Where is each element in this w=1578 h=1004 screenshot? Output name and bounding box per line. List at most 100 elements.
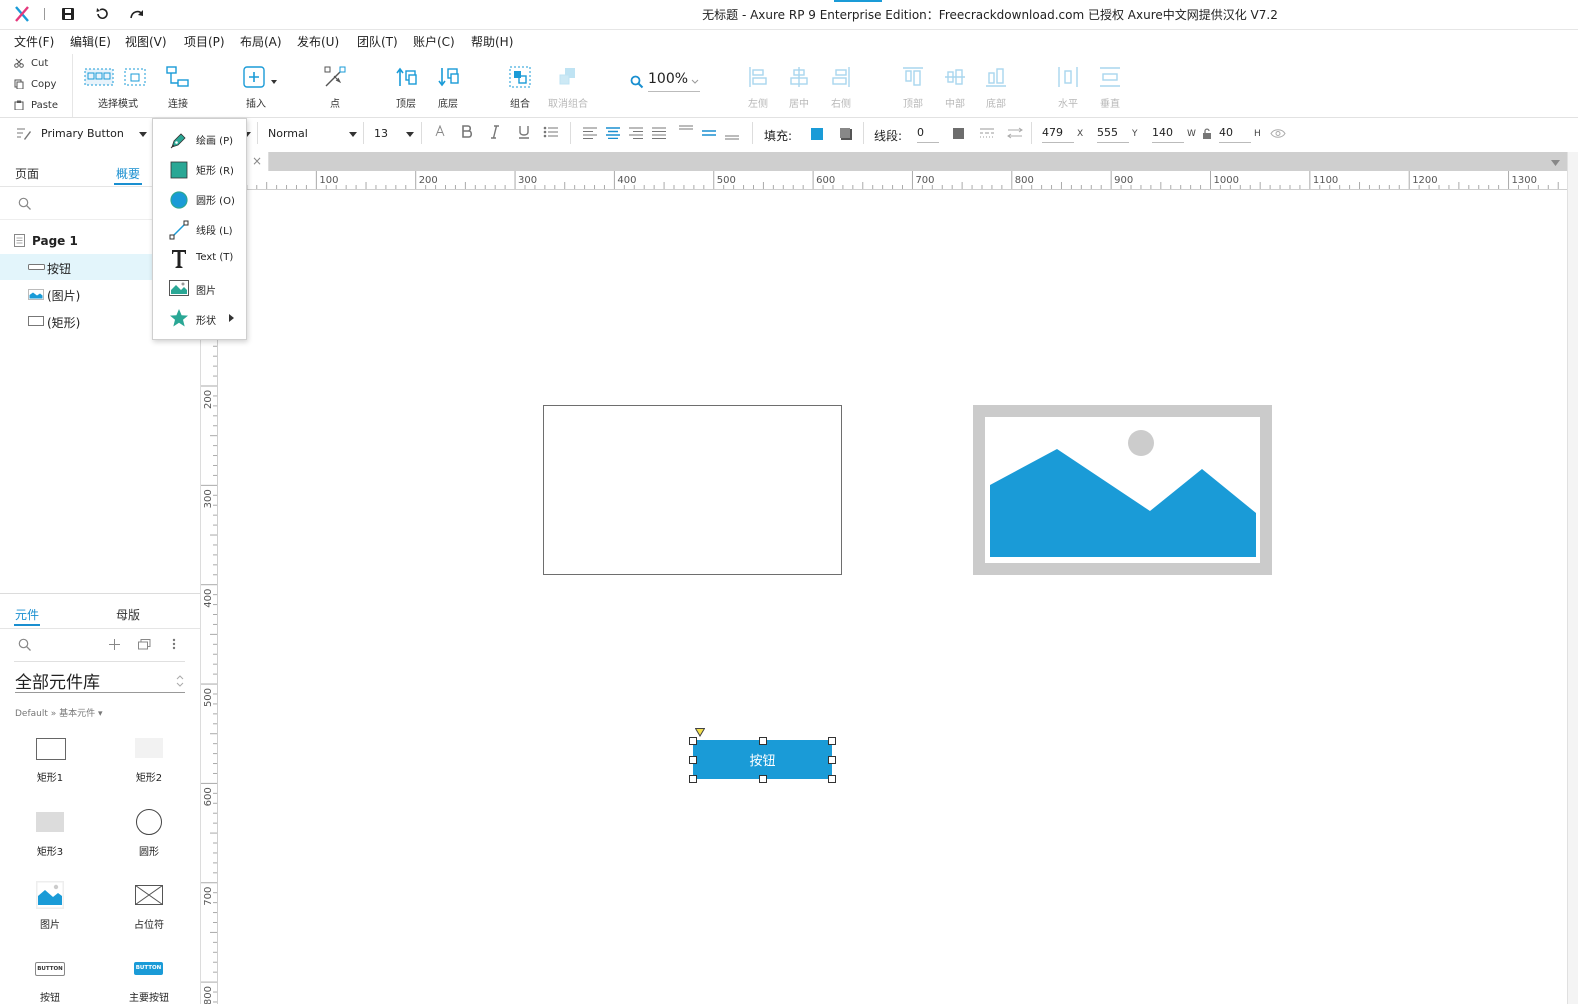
menu-project[interactable]: 项目(P) <box>184 33 225 50</box>
library-select-arrows-icon[interactable] <box>176 674 184 688</box>
insert-image[interactable]: 图片 <box>153 274 246 304</box>
menu-view[interactable]: 视图(V) <box>125 33 167 50</box>
resize-handle-sw[interactable] <box>689 775 697 783</box>
font-weight-select[interactable]: Normal <box>268 127 308 140</box>
add-library-icon[interactable] <box>109 639 120 650</box>
widget-button-thumb[interactable]: BUTTON <box>35 962 65 976</box>
menu-help[interactable]: 帮助(H) <box>471 33 513 50</box>
widget-search-icon[interactable] <box>18 638 32 652</box>
tree-item-rectangle[interactable]: (矩形) <box>47 314 80 331</box>
insert-pen[interactable]: 绘画 (P) <box>153 124 246 154</box>
point-icon[interactable] <box>324 66 346 88</box>
align-middle-icon[interactable] <box>944 66 966 88</box>
resize-handle-ne[interactable] <box>828 737 836 745</box>
widget-circle-thumb[interactable] <box>136 809 162 835</box>
font-size-select[interactable]: 13 <box>374 127 388 140</box>
underline-icon[interactable] <box>518 125 530 139</box>
tab-widgets[interactable]: 元件 <box>15 606 39 623</box>
insert-text[interactable]: Text (T) <box>153 244 246 274</box>
align-center-icon[interactable] <box>789 66 809 88</box>
menu-file[interactable]: 文件(F) <box>14 33 54 50</box>
zoom-dropdown-icon[interactable] <box>691 79 699 85</box>
tree-item-button[interactable]: 按钮 <box>47 260 71 277</box>
text-align-center-icon[interactable] <box>605 127 621 139</box>
menu-edit[interactable]: 编辑(E) <box>70 33 111 50</box>
widget-primary-button-thumb[interactable]: BUTTON <box>134 962 163 975</box>
align-right-icon[interactable] <box>831 66 851 88</box>
library-more-icon[interactable] <box>172 638 176 650</box>
font-color-icon[interactable] <box>434 125 446 139</box>
style-name-select[interactable]: Primary Button <box>41 127 124 140</box>
insert-circle[interactable]: 圆形 (O) <box>153 184 246 214</box>
library-path[interactable]: Default » 基本元件 ▾ <box>15 706 103 719</box>
tree-page-1[interactable]: Page 1 <box>32 234 78 248</box>
align-left-icon[interactable] <box>748 66 768 88</box>
align-top-icon[interactable] <box>902 66 924 88</box>
bring-to-top-icon[interactable] <box>395 66 417 88</box>
widget-rectangle3-thumb[interactable] <box>36 812 64 832</box>
stroke-width-input[interactable]: 0 <box>917 126 939 143</box>
lock-ratio-icon[interactable] <box>1202 128 1212 139</box>
redo-icon[interactable] <box>129 7 145 21</box>
resize-handle-nw[interactable] <box>689 737 697 745</box>
connect-icon[interactable] <box>166 66 190 88</box>
menu-layout[interactable]: 布局(A) <box>240 33 282 50</box>
x-input[interactable]: 479 <box>1042 126 1074 143</box>
canvas-rectangle[interactable] <box>543 405 842 575</box>
resize-handle-e[interactable] <box>828 756 836 764</box>
tab-outline[interactable]: 概要 <box>116 165 140 182</box>
paste-button[interactable]: Paste <box>31 100 58 111</box>
menu-publish[interactable]: 发布(U) <box>297 33 339 50</box>
shadow-swatch-icon[interactable] <box>839 127 853 141</box>
widget-rectangle2-thumb[interactable] <box>135 738 163 758</box>
tree-item-image[interactable]: (图片) <box>47 287 80 304</box>
font-size-dropdown-icon[interactable] <box>406 132 414 137</box>
ungroup-icon[interactable] <box>557 66 579 88</box>
insert-shape[interactable]: 形状 <box>153 304 246 334</box>
height-input[interactable]: 40 <box>1219 126 1251 143</box>
copy-button[interactable]: Copy <box>31 79 56 90</box>
text-justify-icon[interactable] <box>651 127 667 139</box>
align-bottom-icon[interactable] <box>985 66 1007 88</box>
text-align-left-icon[interactable] <box>582 127 598 139</box>
insert-rectangle[interactable]: 矩形 (R) <box>153 154 246 184</box>
valign-bottom-icon[interactable] <box>724 125 740 141</box>
resize-handle-s[interactable] <box>759 775 767 783</box>
arrow-style-icon[interactable] <box>1007 127 1023 139</box>
library-select[interactable]: 全部元件库 <box>15 668 185 693</box>
style-dropdown-icon[interactable] <box>139 132 147 137</box>
resize-handle-n[interactable] <box>759 737 767 745</box>
outline-search-icon[interactable] <box>18 197 32 211</box>
distribute-vertical-icon[interactable] <box>1099 66 1121 88</box>
group-icon[interactable] <box>509 66 531 88</box>
widget-image-thumb[interactable] <box>36 881 64 909</box>
insert-line[interactable]: 线段 (L) <box>153 214 246 244</box>
valign-middle-icon[interactable] <box>701 125 717 141</box>
widget-placeholder-thumb[interactable] <box>135 885 163 905</box>
close-tab-icon[interactable]: × <box>252 154 262 168</box>
italic-icon[interactable] <box>490 125 500 139</box>
stroke-color-swatch[interactable] <box>953 128 964 139</box>
save-icon[interactable] <box>61 7 75 21</box>
tab-masters[interactable]: 母版 <box>116 606 140 623</box>
menu-team[interactable]: 团队(T) <box>357 33 398 50</box>
menu-account[interactable]: 账户(C) <box>413 33 455 50</box>
font-weight-dropdown-icon[interactable] <box>349 132 357 137</box>
send-to-bottom-icon[interactable] <box>437 66 459 88</box>
reference-marker-icon[interactable] <box>695 728 705 737</box>
stroke-pattern-icon[interactable] <box>979 127 995 139</box>
tab-list-dropdown-icon[interactable] <box>1551 160 1560 166</box>
library-copy-icon[interactable] <box>138 639 151 650</box>
resize-handle-w[interactable] <box>689 756 697 764</box>
valign-top-icon[interactable] <box>678 125 694 141</box>
undo-icon[interactable] <box>95 7 109 21</box>
vertical-scrollbar[interactable] <box>1567 152 1578 1004</box>
text-align-right-icon[interactable] <box>628 127 644 139</box>
bold-icon[interactable] <box>461 125 473 139</box>
y-input[interactable]: 555 <box>1097 126 1129 143</box>
cut-button[interactable]: Cut <box>31 58 48 69</box>
visibility-eye-icon[interactable] <box>1270 128 1286 139</box>
widget-rectangle1-thumb[interactable] <box>36 738 66 760</box>
fill-color-swatch[interactable] <box>811 128 823 140</box>
distribute-horizontal-icon[interactable] <box>1057 66 1079 88</box>
